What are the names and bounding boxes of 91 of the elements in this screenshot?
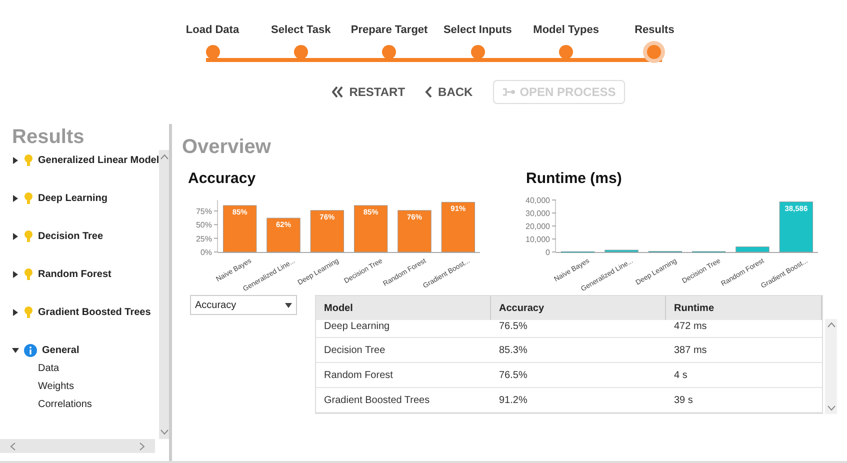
y-tick: 50% (196, 220, 218, 230)
dropdown-caret-icon (285, 302, 292, 308)
column-header[interactable]: Model (316, 296, 491, 320)
y-tick: 0% (200, 248, 218, 257)
tree-item[interactable]: Generalized Linear Model (38, 152, 160, 168)
y-tick-label: 75% (196, 206, 212, 216)
tree-subitem[interactable]: Data (38, 361, 160, 376)
table-cell-text: Deep Learning (323, 320, 391, 334)
y-tick: 25% (196, 234, 218, 244)
y-tick: 20,000 (526, 222, 556, 231)
table-cell-text: 76.5% (498, 320, 528, 334)
chart-title: Accuracy (188, 169, 257, 189)
lightbulb-icon (24, 154, 33, 166)
step-label[interactable]: Prepare Target (350, 22, 428, 38)
caret-right-icon[interactable] (12, 156, 19, 164)
step-label[interactable]: Results (634, 22, 674, 38)
step-label[interactable]: Model Types (533, 22, 599, 38)
bar (223, 205, 257, 252)
table-cell-text: Gradient Boosted Trees (323, 394, 431, 408)
table-cell-text: 91.2% (498, 394, 528, 408)
bar (441, 202, 475, 252)
y-axis (217, 200, 218, 252)
scroll-down-icon[interactable] (160, 429, 169, 435)
vertical-scrollbar[interactable] (159, 150, 169, 439)
caret-right-icon[interactable] (12, 232, 19, 240)
scroll-left-icon[interactable] (10, 442, 16, 450)
chevron-left-icon (425, 86, 432, 98)
y-tick-label: 30,000 (526, 209, 551, 218)
info-icon (24, 344, 37, 356)
process-icon (502, 87, 516, 97)
y-tick-label: 40,000 (526, 196, 551, 205)
lightbulb-icon (24, 192, 33, 204)
horizontal-scrollbar[interactable] (0, 439, 155, 453)
y-tick: 40,000 (526, 196, 556, 205)
bar (354, 205, 388, 252)
y-tick-label: 0% (200, 248, 212, 257)
y-tick: 75% (196, 206, 218, 216)
bar (736, 246, 770, 252)
sidebar-title: Results (11, 125, 86, 150)
lightbulb-icon (24, 230, 33, 242)
double-chevron-left-icon (332, 86, 344, 98)
lightbulb-icon (24, 306, 33, 318)
scroll-right-icon[interactable] (139, 442, 145, 450)
caret-down-icon[interactable] (12, 346, 19, 354)
caret-right-icon[interactable] (12, 308, 19, 316)
table-cell-text: Decision Tree (323, 344, 386, 358)
y-tick-label: 0 (546, 248, 551, 257)
y-tick: 30,000 (526, 209, 556, 218)
y-tick: 0 (546, 248, 556, 257)
step-label[interactable]: Select Inputs (443, 22, 512, 38)
y-tick-label: 10,000 (526, 235, 551, 244)
y-tick: 10,000 (526, 235, 556, 244)
bar (266, 218, 300, 252)
caret-right-icon[interactable] (12, 270, 19, 278)
bar (310, 210, 344, 252)
metric-select[interactable]: Accuracy (190, 295, 297, 315)
tree-subitem[interactable]: Weights (38, 379, 160, 394)
table-cell-text: 387 ms (673, 344, 708, 358)
table-cell-text: 4 s (673, 368, 688, 382)
table-cell-text: Random Forest (323, 368, 394, 382)
scroll-up-icon[interactable] (160, 154, 169, 160)
tree-item[interactable]: General (42, 342, 80, 358)
bar (604, 250, 638, 252)
y-tick-label: 20,000 (526, 222, 551, 231)
table-cell-text: 39 s (673, 394, 694, 408)
scroll-up-icon[interactable] (826, 322, 836, 328)
back-button[interactable]: BACK (425, 80, 473, 104)
caret-right-icon[interactable] (12, 194, 19, 202)
scroll-down-icon[interactable] (826, 405, 836, 411)
column-header[interactable]: Accuracy (491, 296, 666, 320)
bar (398, 210, 432, 252)
y-tick-label: 50% (196, 220, 212, 230)
y-tick-label: 25% (196, 234, 212, 244)
tree-item[interactable]: Deep Learning (38, 190, 108, 206)
column-header[interactable]: Runtime (666, 296, 822, 320)
tree-item[interactable]: Decision Tree (38, 228, 104, 244)
table-scrollbar[interactable] (825, 319, 837, 414)
step-label[interactable]: Load Data (186, 22, 240, 38)
tree-item[interactable]: Gradient Boosted Trees (38, 304, 151, 320)
tree-item[interactable]: Random Forest (38, 266, 112, 282)
table-cell-text: 85.3% (498, 344, 528, 358)
bar (779, 202, 813, 252)
page-title: Overview (182, 135, 272, 160)
chart-title: Runtime (ms) (526, 169, 623, 189)
restart-button[interactable]: RESTART (332, 80, 406, 104)
tree-subitem[interactable]: Correlations (38, 397, 160, 412)
table-cell-text: 76.5% (498, 368, 528, 382)
lightbulb-icon (24, 268, 33, 280)
y-axis (555, 200, 556, 252)
step-label[interactable]: Select Task (271, 22, 331, 38)
table-cell-text: 472 ms (673, 320, 708, 334)
